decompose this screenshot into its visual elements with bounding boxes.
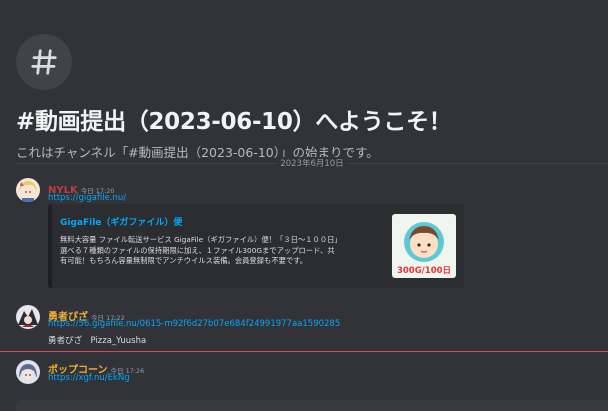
embed-description-line: 選べる７種類のファイルの保持期限に加え、１ファイル300Gまでアップロード、共: [60, 245, 335, 255]
welcome-title: #動画提出（2023-06-10）へようこそ！: [16, 109, 452, 135]
message-link[interactable]: https://xgf.nu/EkNg: [48, 373, 130, 383]
embed-title[interactable]: GigaFile（ギガファイル）便: [60, 215, 182, 228]
embed-description-line: 無料大容量 ファイル転送サービス GigaFile（ギガファイル）便！「３日〜１…: [60, 235, 342, 244]
embed-description: 無料大容量 ファイル転送サービス GigaFile（ギガファイル）便！「３日〜１…: [60, 235, 380, 267]
channel-welcome: #動画提出（2023-06-10）へようこそ！ これはチャンネル「#動画提出（2…: [16, 34, 596, 161]
embed-thumbnail[interactable]: 300G/100日: [392, 214, 456, 278]
link-embed: GigaFile（ギガファイル）便 無料大容量 ファイル転送サービス GigaF…: [48, 204, 464, 288]
avatar[interactable]: [16, 360, 40, 384]
message-link[interactable]: https://56.gigafile.nu/0615-m92f6d27b07e…: [48, 319, 340, 329]
new-messages-line: [0, 351, 608, 352]
avatar[interactable]: [16, 305, 40, 329]
message-link[interactable]: https://gigafile.nu/: [48, 193, 126, 203]
date-divider: 2023年6月10日: [16, 157, 608, 169]
hash-icon: [16, 34, 72, 90]
thumbnail-caption: 300G/100日: [396, 266, 452, 276]
message-text: 勇者ぴざ Pizza_Yuusha: [48, 336, 147, 346]
avatar[interactable]: [16, 178, 40, 202]
date-divider-label: 2023年6月10日: [276, 157, 348, 169]
embed-description-line: 有可能！もちろん容量無制限でアンチウイルス装備。会員登録も不要です。: [60, 256, 308, 265]
message-composer[interactable]: [16, 400, 608, 411]
